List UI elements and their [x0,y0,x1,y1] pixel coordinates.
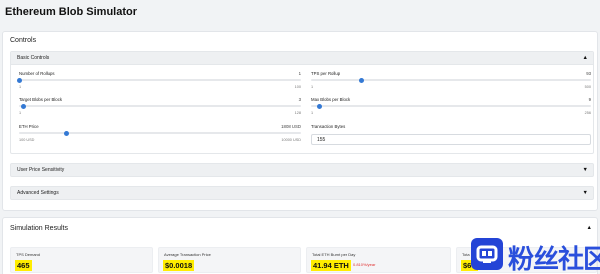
tx-bytes-label: Transaction Bytes [311,124,346,129]
num-rollups-label: Number of Rollups [19,71,55,76]
watermark-text: 粉丝社区 [508,245,600,274]
eth-price-thumb[interactable] [64,130,70,136]
advanced-settings-label: Advanced Settings [17,190,59,196]
target-blobs-value: 3 [298,97,301,102]
caret-down-icon: ▼ [582,190,588,196]
target-blobs-min: 1 [19,111,22,115]
target-blobs-max: 128 [294,111,301,115]
tps-per-rollup-thumb[interactable] [358,77,364,83]
tps-demand-label: TPS Demand [16,252,41,257]
target-blobs-label: Target Blobs per Block [19,97,62,102]
num-rollups-value: 1 [298,71,301,76]
eth-price-label: ETH Price [19,124,39,129]
avg-tx-price-card: Average Transaction Price $0.0018 [158,247,301,273]
watermark-logo-icon [471,238,503,270]
caret-up-icon[interactable]: ▲ [587,225,592,231]
max-blobs-max: 256 [584,111,591,115]
tps-per-rollup-max: 500 [584,85,591,89]
eth-price-slider[interactable] [19,130,301,136]
tps-per-rollup-value: 93 [586,71,591,76]
num-rollups-slider[interactable] [16,77,301,83]
max-blobs-thumb[interactable] [316,103,322,109]
user-price-sensitivity-label: User Price Sensitivity [17,167,65,173]
controls-card: Controls Basic Controls ▲ Number of Roll… [2,31,598,211]
user-price-sensitivity-section[interactable]: User Price Sensitivity ▼ [10,163,594,177]
num-rollups-thumb[interactable] [16,77,22,83]
caret-down-icon: ▼ [582,167,588,173]
tps-per-rollup-label: TPS per Rollup [311,71,341,76]
tps-demand-value: 465 [15,260,32,271]
watermark: 粉丝社区 [468,234,600,274]
eth-burnt-card: Total ETH Burnt per Day 41.94 ETH 0.810%… [306,247,451,273]
avg-tx-price-label: Average Transaction Price [164,252,211,257]
num-rollups-max: 100 [294,85,301,89]
tps-demand-card: TPS Demand 465 [10,247,153,273]
target-blobs-thumb[interactable] [21,103,26,109]
max-blobs-value: 9 [588,97,591,102]
eth-price-min: 100 USD [19,138,35,142]
target-blobs-slider[interactable] [19,103,301,109]
eth-price-max: 10000 USD [281,138,301,142]
basic-controls-label: Basic Controls [17,55,50,61]
caret-up-icon: ▲ [582,55,588,61]
avg-tx-price-value: $0.0018 [163,260,195,271]
eth-price-value: 1808 USD [281,124,301,129]
eth-burnt-annual: 0.810%/year [353,262,376,267]
advanced-settings-section[interactable]: Advanced Settings ▼ [10,186,594,200]
tps-per-rollup-slider[interactable] [311,77,591,83]
tx-bytes-input[interactable] [311,134,591,145]
results-title: Simulation Results [10,225,68,232]
eth-burnt-label: Total ETH Burnt per Day [312,252,356,257]
eth-burnt-value: 41.94 ETH [311,260,351,271]
basic-controls-section: Basic Controls ▲ Number of Rollups 1 1 1… [10,51,594,154]
app-title: Ethereum Blob Simulator [5,6,138,18]
max-blobs-min: 1 [311,111,314,115]
basic-controls-header[interactable]: Basic Controls ▲ [11,52,593,65]
tps-per-rollup-min: 1 [311,85,314,89]
num-rollups-min: 1 [19,85,22,89]
max-blobs-label: Max Blobs per Block [311,97,351,102]
max-blobs-slider[interactable] [311,103,591,109]
controls-title: Controls [10,37,37,44]
